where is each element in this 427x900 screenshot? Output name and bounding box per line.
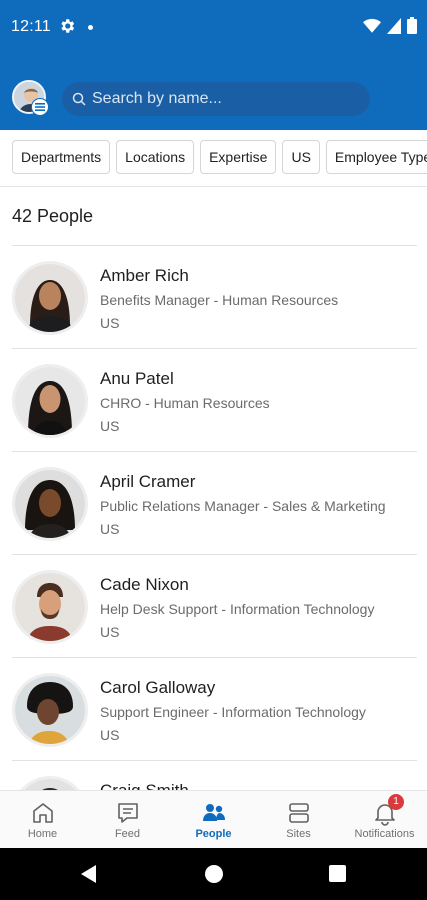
filter-us[interactable]: US (282, 140, 320, 174)
person-name: Craig Smith (100, 781, 189, 790)
person-name: Carol Galloway (100, 678, 216, 697)
filter-locations[interactable]: Locations (116, 140, 195, 174)
avatar (12, 261, 88, 335)
person-title: Help Desk Support - Information Technolo… (100, 601, 375, 617)
status-time: 12:11 (11, 18, 51, 35)
list-item[interactable]: Anu Patel CHRO - Human Resources US (12, 348, 417, 451)
avatar (12, 776, 88, 790)
filter-expertise[interactable]: Expertise (200, 140, 277, 174)
recent-apps-icon[interactable] (329, 865, 346, 882)
person-name: Anu Patel (100, 369, 174, 388)
feed-icon (117, 803, 138, 823)
list-item[interactable]: Amber Rich Benefits Manager - Human Reso… (12, 245, 417, 348)
menu-badge-icon[interactable] (31, 98, 49, 116)
search-input[interactable] (92, 82, 362, 116)
list-item[interactable]: Cade Nixon Help Desk Support - Informati… (12, 554, 417, 657)
nav-label: Sites (286, 828, 311, 840)
person-location: US (100, 624, 120, 640)
nav-feed[interactable]: Feed (85, 791, 170, 849)
person-title: Public Relations Manager - Sales & Marke… (100, 498, 386, 514)
status-icons (363, 17, 417, 34)
status-bar: 12:11 (0, 0, 427, 56)
search-box[interactable] (62, 82, 370, 116)
people-list: Amber Rich Benefits Manager - Human Reso… (12, 245, 417, 790)
avatar (12, 673, 88, 747)
avatar (12, 570, 88, 644)
person-name: April Cramer (100, 472, 196, 491)
filter-departments[interactable]: Departments (12, 140, 111, 174)
system-nav-bar (0, 848, 427, 900)
list-item[interactable]: April Cramer Public Relations Manager - … (12, 451, 417, 554)
bottom-nav: Home Feed People Sites 1 Notifications (0, 790, 427, 848)
search-icon (72, 92, 86, 106)
avatar (12, 364, 88, 438)
person-title: Support Engineer - Information Technolog… (100, 704, 366, 720)
person-location: US (100, 521, 120, 537)
person-title: Benefits Manager - Human Resources (100, 292, 339, 308)
nav-label: Notifications (354, 828, 415, 840)
wifi-icon (363, 18, 381, 33)
list-item[interactable]: Craig Smith (12, 760, 417, 790)
person-name: Cade Nixon (100, 575, 189, 594)
nav-label: People (195, 828, 232, 840)
nav-notifications[interactable]: 1 Notifications (342, 791, 427, 849)
people-icon (202, 804, 225, 821)
nav-label: Feed (114, 828, 141, 840)
person-title: CHRO - Human Resources (100, 395, 270, 411)
home-icon (32, 803, 53, 823)
back-icon[interactable] (81, 865, 96, 883)
home-circle-icon[interactable] (205, 865, 223, 883)
nav-home[interactable]: Home (0, 791, 85, 849)
person-location: US (100, 315, 120, 331)
cell-signal-icon (387, 17, 401, 34)
sites-icon (288, 803, 309, 823)
person-name: Amber Rich (100, 266, 189, 285)
notification-dot-icon (88, 25, 93, 30)
person-location: US (100, 727, 120, 743)
nav-people[interactable]: People (171, 791, 256, 849)
list-item[interactable]: Carol Galloway Support Engineer - Inform… (12, 657, 417, 760)
people-count: 42 People (12, 206, 94, 226)
nav-label: Home (27, 828, 58, 840)
notification-count-badge: 1 (388, 794, 404, 810)
divider (0, 186, 427, 187)
filter-employee-type[interactable]: Employee Type (325, 140, 427, 174)
battery-icon (407, 17, 417, 34)
filter-bar: Departments Locations Expertise US Emplo… (12, 140, 427, 174)
nav-sites[interactable]: Sites (256, 791, 341, 849)
avatar (12, 467, 88, 541)
settings-gear-icon (61, 19, 75, 33)
app-header: 12:11 (0, 0, 427, 130)
person-location: US (100, 418, 120, 434)
